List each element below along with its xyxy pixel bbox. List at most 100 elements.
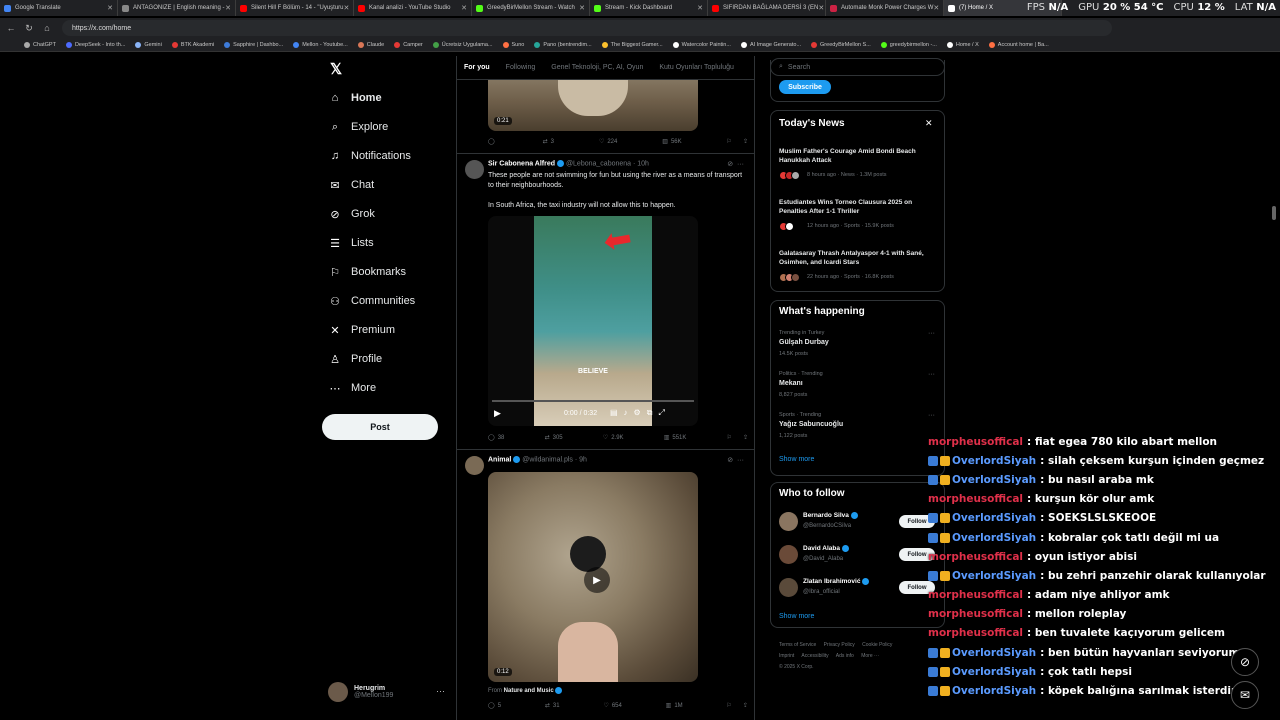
footer-imprint[interactable]: Imprint	[779, 653, 794, 659]
chat-username[interactable]: morpheusoffical	[928, 436, 1023, 448]
tab-close-icon[interactable]: ✕	[818, 4, 824, 12]
bookmark-item[interactable]: Watercolor Paintin...	[672, 41, 731, 48]
play-icon[interactable]: ▶	[494, 408, 501, 419]
nav-premium[interactable]: ✕ Premium	[328, 323, 395, 337]
trend-more-icon[interactable]: ···	[928, 371, 935, 378]
grok-icon[interactable]: ⊘	[1231, 648, 1259, 676]
avatar[interactable]	[779, 545, 798, 564]
nav-lists[interactable]: ☰ Lists	[328, 236, 374, 250]
chat-username[interactable]: OverlordSiyah	[952, 512, 1036, 524]
chat-username[interactable]: OverlordSiyah	[952, 474, 1036, 486]
author-handle[interactable]: @Lebona_cabonena · 10h	[566, 160, 649, 167]
news-headline[interactable]: Estudiantes Wins Torneo Clausura 2025 on…	[779, 198, 939, 216]
author-name[interactable]: Animal	[488, 456, 511, 463]
tab-close-icon[interactable]: ✕	[461, 4, 467, 12]
bookmark-item[interactable]: AI Image Generato...	[740, 41, 801, 48]
post-button[interactable]: Post	[322, 414, 438, 440]
views-button[interactable]: ▥ 551K	[664, 434, 687, 442]
bookmark-item[interactable]: greedybirmellon -...	[880, 41, 937, 48]
chat-username[interactable]: OverlordSiyah	[952, 685, 1036, 697]
trend-more-icon[interactable]: ···	[928, 330, 935, 337]
chat-username[interactable]: morpheusoffical	[928, 493, 1023, 505]
tab-close-icon[interactable]: ✕	[107, 4, 113, 12]
footer-ads[interactable]: Ads info	[836, 653, 854, 659]
reply-button[interactable]: ◯ 38	[488, 434, 504, 442]
chat-username[interactable]: morpheusoffical	[928, 551, 1023, 563]
url-input[interactable]: https://x.com/home	[62, 20, 1112, 36]
x-logo[interactable]: 𝕏	[330, 60, 342, 78]
footer-accessibility[interactable]: Accessibility	[801, 653, 828, 659]
source-name[interactable]: Nature and Music	[504, 688, 554, 694]
tab-for-you[interactable]: For you	[464, 64, 490, 71]
repost-button[interactable]: ⇄ 31	[545, 702, 560, 710]
nav-more[interactable]: ⋯ More	[328, 381, 377, 395]
bookmark-item[interactable]: Camper	[394, 41, 423, 48]
avatar[interactable]	[779, 578, 798, 597]
views-button[interactable]: ▥ 1M	[666, 702, 683, 710]
subscribe-button[interactable]: Subscribe	[779, 80, 831, 94]
reply-button[interactable]: ◯	[488, 138, 498, 145]
browser-tab[interactable]: SIFIRDAN BAĞLAMA DERSİ 3 (EN ✕	[708, 0, 826, 16]
chat-username[interactable]: OverlordSiyah	[952, 570, 1036, 582]
close-icon[interactable]: ✕	[925, 118, 933, 129]
tab-boardgames[interactable]: Kutu Oyunları Topluluğu	[659, 64, 734, 71]
trend-name[interactable]: Yağız Sabuncuoğlu	[779, 421, 843, 428]
footer-cookie[interactable]: Cookie Policy	[862, 642, 892, 648]
author-handle[interactable]: @wildanimal.pls · 9h	[522, 456, 587, 463]
messages-icon[interactable]: ✉	[1231, 681, 1259, 709]
footer-terms[interactable]: Terms of Service	[779, 642, 816, 648]
browser-tab[interactable]: Google Translate ✕	[0, 0, 118, 16]
bookmark-item[interactable]: ChatGPT	[24, 41, 56, 48]
tab-close-icon[interactable]: ✕	[697, 4, 703, 12]
chat-username[interactable]: morpheusoffical	[928, 589, 1023, 601]
tab-close-icon[interactable]: ✕	[933, 4, 939, 12]
nav-grok[interactable]: ⊘ Grok	[328, 207, 374, 221]
play-icon[interactable]: ▶	[584, 567, 610, 593]
news-headline[interactable]: Muslim Father's Courage Amid Bondi Beach…	[779, 147, 939, 165]
trends-show-more[interactable]: Show more	[779, 456, 814, 463]
nav-communities[interactable]: ⚇ Communities	[328, 294, 415, 308]
trend-name[interactable]: Mekanı	[779, 380, 803, 387]
bookmark-item[interactable]: Sapphire | Dashbo...	[224, 41, 283, 48]
tweet-video-player[interactable]: ⬋ BELIEVE ▶ 0:00 / 0:32 ▤♪⚙⧉⤢	[488, 216, 698, 426]
footer-privacy[interactable]: Privacy Policy	[824, 642, 855, 648]
chat-username[interactable]: morpheusoffical	[928, 627, 1023, 639]
bookmark-item[interactable]: Pano (bentrendim...	[534, 41, 592, 48]
bookmark-item[interactable]: Gemini	[135, 41, 162, 48]
browser-tab[interactable]: Automate Monk Power Charges W ✕	[826, 0, 944, 16]
like-button[interactable]: ♡ 2.9K	[603, 434, 624, 442]
repost-button[interactable]: ⇄ 3	[543, 138, 554, 146]
avatar[interactable]	[465, 160, 484, 179]
reply-button[interactable]: ◯ 5	[488, 702, 501, 710]
video-progress[interactable]	[492, 400, 694, 402]
footer-more[interactable]: More ···	[861, 653, 879, 659]
tab-close-icon[interactable]: ✕	[579, 4, 585, 12]
tab-close-icon[interactable]: ✕	[225, 4, 231, 12]
trend-more-icon[interactable]: ···	[928, 412, 935, 419]
avatar[interactable]	[465, 456, 484, 475]
tab-close-icon[interactable]: ✕	[344, 4, 350, 12]
account-switcher[interactable]: Herugrim @Mellon199	[328, 682, 393, 702]
views-button[interactable]: ▥ 56K	[662, 138, 681, 146]
follow-name[interactable]: Bernardo Silva	[803, 512, 858, 519]
bookmark-icon[interactable]: ⚐	[727, 138, 732, 145]
bookmark-item[interactable]: Home / X	[946, 41, 979, 48]
account-more-icon[interactable]: ···	[436, 686, 445, 696]
chat-username[interactable]: OverlordSiyah	[952, 647, 1036, 659]
bookmark-item[interactable]: Mellon - Youtube...	[293, 41, 348, 48]
browser-tab[interactable]: Stream - Kick Dashboard ✕	[590, 0, 708, 16]
like-button[interactable]: ♡ 654	[603, 702, 621, 710]
chat-username[interactable]: morpheusoffical	[928, 608, 1023, 620]
browser-tab[interactable]: ANTAGONIZE | English meaning - ✕	[118, 0, 236, 16]
back-icon[interactable]: ←	[4, 21, 18, 35]
nav-profile[interactable]: ♙ Profile	[328, 352, 382, 366]
bookmark-item[interactable]: Ücretsiz Uygulama...	[432, 41, 493, 48]
nav-home[interactable]: ⌂ Home	[328, 91, 382, 105]
chat-username[interactable]: OverlordSiyah	[952, 455, 1036, 467]
trend-name[interactable]: Gülşah Durbay	[779, 339, 829, 346]
bookmark-item[interactable]: BTK Akademi	[171, 41, 214, 48]
reload-icon[interactable]: ↻	[22, 21, 36, 35]
like-button[interactable]: ♡ 224	[599, 138, 617, 146]
share-icon[interactable]: ⇪	[743, 138, 748, 145]
author-name[interactable]: Sir Cabonena Alfred	[488, 160, 555, 167]
